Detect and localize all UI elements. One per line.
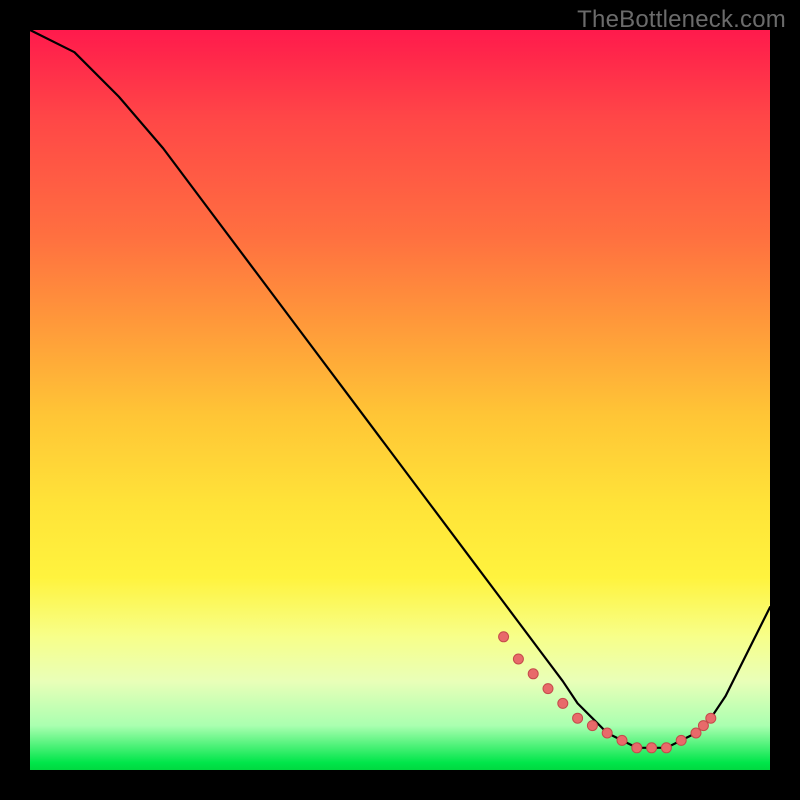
tolerance-dot [706,713,716,723]
tolerance-dot [617,735,627,745]
tolerance-dot [499,632,509,642]
tolerance-dot [573,713,583,723]
curve-layer [30,30,770,770]
tolerance-dot [676,735,686,745]
tolerance-dot [602,728,612,738]
tolerance-dots [499,632,716,753]
plot-area [30,30,770,770]
chart-frame: TheBottleneck.com [0,0,800,800]
watermark-text: TheBottleneck.com [577,6,786,34]
tolerance-dot [661,743,671,753]
tolerance-dot [543,684,553,694]
tolerance-dot [528,669,538,679]
bottleneck-curve [30,30,770,748]
tolerance-dot [513,654,523,664]
tolerance-dot [558,698,568,708]
tolerance-dot [587,721,597,731]
tolerance-dot [647,743,657,753]
tolerance-dot [632,743,642,753]
tolerance-dot [698,721,708,731]
tolerance-dot [691,728,701,738]
